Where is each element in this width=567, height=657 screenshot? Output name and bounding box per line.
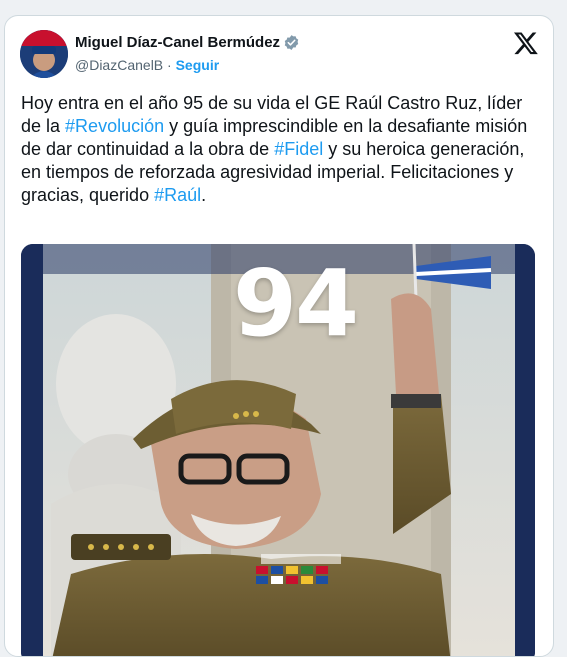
x-logo-icon[interactable] [513, 30, 539, 56]
tweet-card: Miguel Díaz-Canel Bermúdez @DiazCanelB ·… [4, 15, 554, 657]
author-name[interactable]: Miguel Díaz-Canel Bermúdez [75, 34, 280, 51]
author-row: Miguel Díaz-Canel Bermúdez [75, 34, 300, 51]
overlay-number: 94 [233, 250, 359, 357]
hashtag-link[interactable]: #Revolución [65, 116, 164, 136]
tweet-text-segment: . [201, 185, 207, 205]
separator-dot: · [163, 57, 176, 73]
hashtag-link[interactable]: #Fidel [274, 139, 323, 159]
handle-row: @DiazCanelB · Seguir [75, 57, 219, 73]
tweet-text: Hoy entra en el año 95 de su vida el GE … [21, 92, 541, 207]
follow-button[interactable]: Seguir [176, 57, 220, 73]
avatar[interactable] [20, 30, 68, 78]
avatar-image [20, 30, 68, 78]
author-handle[interactable]: @DiazCanelB [75, 57, 163, 73]
verified-badge-icon [284, 35, 299, 50]
hashtag-link[interactable]: #Raúl [154, 185, 201, 205]
tweet-media[interactable]: 94 [21, 244, 535, 656]
